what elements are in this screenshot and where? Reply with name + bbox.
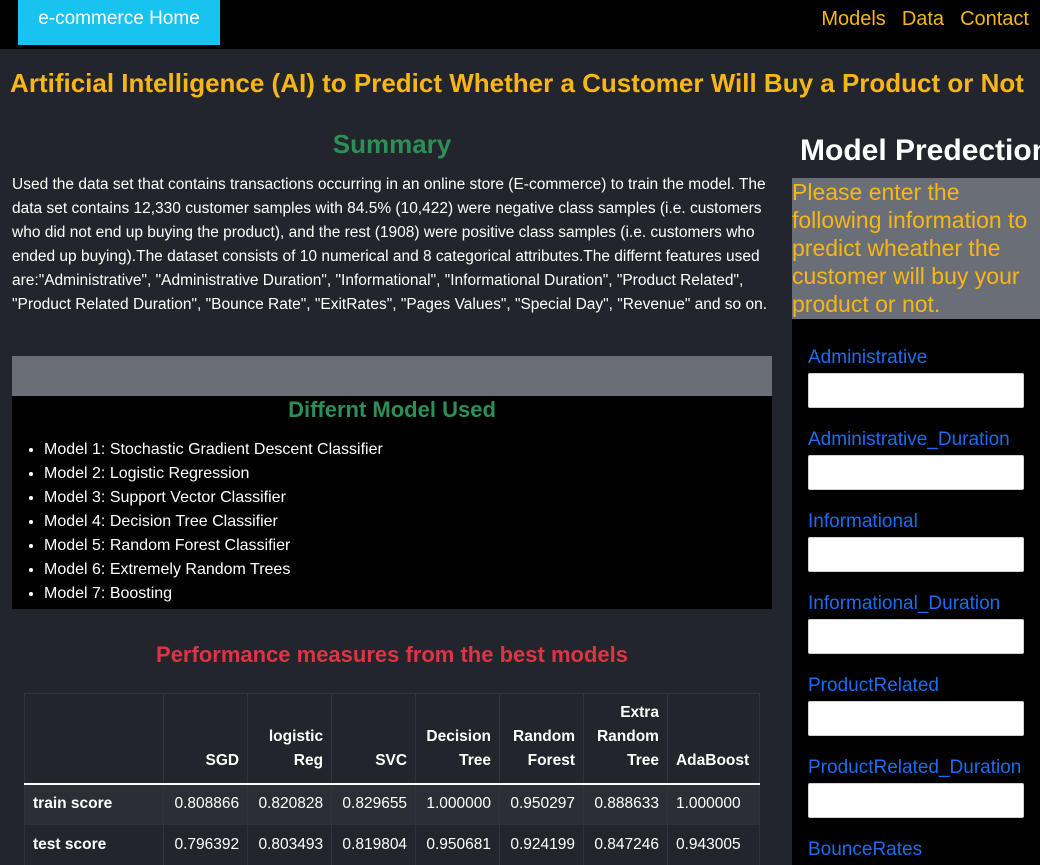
table-cell: 0.796392: [163, 824, 249, 865]
field-label-product-related: ProductRelated: [808, 675, 939, 696]
prediction-form: Administrative Administrative_Duration I…: [792, 319, 1040, 865]
summary-title: Summary: [332, 129, 452, 159]
list-item: Model 6: Extremely Random Trees: [44, 558, 772, 582]
page-headline: Artificial Intelligence (AI) to Predict …: [10, 68, 1024, 98]
list-item: Model 2: Logistic Regression: [44, 462, 772, 486]
models-list: Model 1: Stochastic Gradient Descent Cla…: [44, 438, 772, 606]
column-header: [23, 693, 165, 785]
table-cell: 0.829655: [331, 783, 417, 825]
nav-link-models[interactable]: Models: [821, 0, 885, 38]
column-header: Random Forest: [499, 693, 584, 785]
column-header: Decision Tree: [415, 693, 501, 785]
informational-duration-input[interactable]: [808, 619, 1024, 654]
list-item: Model 5: Random Forest Classifier: [44, 534, 772, 558]
section-divider-band: [12, 356, 772, 396]
table-cell: 0.888633: [583, 783, 668, 825]
table-cell: 0.943005: [666, 824, 761, 865]
field-label-product-related-duration: ProductRelated_Duration: [808, 757, 1022, 778]
table-header-row: SGD logistic Reg SVC Decision Tree Rando…: [23, 693, 761, 785]
field-label-administrative: Administrative: [808, 347, 928, 368]
field-label-informational: Informational: [808, 511, 918, 532]
list-item: Model 4: Decision Tree Classifier: [44, 510, 772, 534]
summary-text: Used the data set that contains transact…: [12, 176, 768, 313]
product-related-input[interactable]: [808, 701, 1024, 736]
table-cell: 0.950681: [415, 824, 501, 865]
performance-table: SGD logistic Reg SVC Decision Tree Rando…: [23, 693, 761, 865]
list-item: Model 7: Boosting: [44, 582, 772, 606]
field-label-bounce-rates: BounceRates: [808, 839, 923, 860]
table-cell: 0.819804: [331, 824, 417, 865]
table-cell: 0.803493: [247, 824, 333, 865]
top-navbar: e-commerce Home Models Data Contact: [0, 0, 1040, 49]
table-cell: 0.924199: [499, 824, 584, 865]
column-header: Extra Random Tree: [583, 693, 668, 785]
field-label-administrative-duration: Administrative_Duration: [808, 429, 1010, 450]
list-item: Model 3: Support Vector Classifier: [44, 486, 772, 510]
column-header: SVC: [331, 693, 417, 785]
product-related-duration-input[interactable]: [808, 783, 1024, 818]
table-cell: 0.847246: [583, 824, 668, 865]
row-label: train score: [23, 783, 165, 825]
field-label-informational-duration: Informational_Duration: [808, 593, 1001, 614]
prediction-title: Model Predection: [800, 134, 1040, 167]
nav-link-contact[interactable]: Contact: [960, 0, 1029, 38]
nav-link-data[interactable]: Data: [902, 0, 944, 38]
brand-home-link[interactable]: e-commerce Home: [18, 0, 220, 45]
table-row: test score 0.796392 0.803493 0.819804 0.…: [23, 824, 761, 865]
list-item: Model 1: Stochastic Gradient Descent Cla…: [44, 438, 772, 462]
table-cell: 0.820828: [247, 783, 333, 825]
performance-title: Performance measures from the best model…: [156, 642, 628, 667]
table-cell: 0.950297: [499, 783, 584, 825]
column-header: SGD: [163, 693, 249, 785]
models-panel: Differnt Model Used Model 1: Stochastic …: [12, 396, 772, 609]
table-cell: 1.000000: [415, 783, 501, 825]
models-title: Differnt Model Used: [288, 397, 496, 422]
nav-links: Models Data Contact: [821, 0, 1029, 38]
administrative-duration-input[interactable]: [808, 455, 1024, 490]
prediction-instructions: Please enter the following information t…: [792, 178, 1040, 319]
table-cell: 1.000000: [666, 783, 761, 825]
table-row: train score 0.808866 0.820828 0.829655 1…: [23, 783, 761, 825]
table-cell: 0.808866: [163, 783, 249, 825]
informational-input[interactable]: [808, 537, 1024, 572]
administrative-input[interactable]: [808, 373, 1024, 408]
column-header: AdaBoost: [666, 693, 761, 785]
column-header: logistic Reg: [247, 693, 333, 785]
row-label: test score: [23, 824, 165, 865]
